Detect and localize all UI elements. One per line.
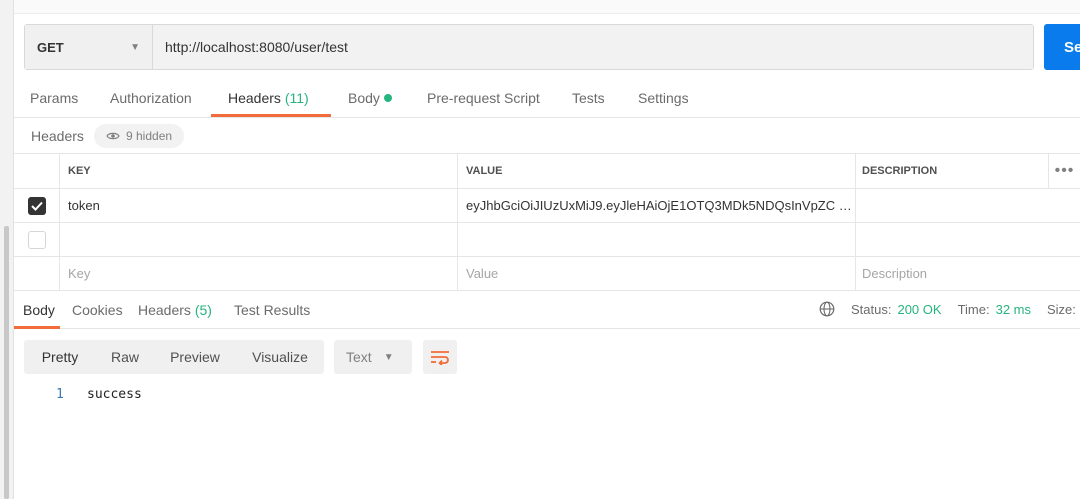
column-header-key: KEY xyxy=(59,154,458,188)
tab-settings[interactable]: Settings xyxy=(638,90,689,106)
header-key-cell[interactable]: token xyxy=(59,189,458,222)
new-value-input[interactable]: Value xyxy=(457,257,855,290)
checkbox-checked[interactable] xyxy=(27,196,46,215)
tab-label: Params xyxy=(30,90,79,106)
column-header-description: DESCRIPTION xyxy=(855,154,1080,188)
hidden-count-label: 9 hidden xyxy=(126,129,173,143)
eye-icon xyxy=(106,132,120,140)
header-description-cell[interactable] xyxy=(855,189,1080,222)
tab-label: Pre-request Script xyxy=(427,90,540,106)
response-tab-cookies[interactable]: Cookies xyxy=(72,302,123,318)
method-select[interactable]: GET ▼ xyxy=(25,25,153,69)
wrap-lines-button[interactable] xyxy=(423,340,457,374)
tab-headers[interactable]: Headers (11) xyxy=(228,90,309,106)
size-label: Size: xyxy=(1047,301,1076,317)
new-description-input[interactable]: Description xyxy=(855,257,1080,290)
response-tab-test-results[interactable]: Test Results xyxy=(234,302,310,318)
more-options-icon[interactable]: ••• xyxy=(1048,154,1080,188)
tab-label: Authorization xyxy=(110,90,192,106)
request-url-bar: GET ▼ http://localhost:8080/user/test xyxy=(24,24,1034,70)
checkbox-unchecked[interactable] xyxy=(27,230,46,249)
header-description-cell[interactable] xyxy=(855,223,1080,256)
checkbox-column-header xyxy=(14,154,59,188)
line-number: 1 xyxy=(56,387,64,402)
mode-raw[interactable]: Raw xyxy=(102,340,148,374)
tab-label: Body xyxy=(348,90,380,106)
response-body-text: success xyxy=(87,387,142,402)
sidebar-scrollbar[interactable] xyxy=(4,226,9,499)
headers-section-bar: Headers 9 hidden xyxy=(14,118,1080,154)
body-indicator-dot xyxy=(383,94,392,102)
method-value: GET xyxy=(37,39,64,55)
check-icon xyxy=(30,201,43,211)
tab-pre-request-script[interactable]: Pre-request Script xyxy=(427,90,540,106)
mode-visualize[interactable]: Visualize xyxy=(244,340,316,374)
status-label: Status: xyxy=(851,301,892,317)
chevron-down-icon: ▼ xyxy=(130,41,140,53)
tab-body[interactable]: Body xyxy=(348,90,392,106)
time-label: Time: xyxy=(957,301,990,317)
tab-tests[interactable]: Tests xyxy=(572,90,605,106)
tab-params[interactable]: Params xyxy=(30,90,78,106)
response-tab-headers[interactable]: Headers (5) xyxy=(138,302,212,318)
header-key-cell[interactable] xyxy=(59,223,458,256)
response-headers-count: (5) xyxy=(194,302,212,318)
header-value-cell[interactable] xyxy=(457,223,855,256)
wrap-lines-icon xyxy=(431,351,449,365)
url-input[interactable]: http://localhost:8080/user/test xyxy=(153,25,1033,69)
format-value: Text xyxy=(346,349,372,365)
globe-icon[interactable] xyxy=(819,301,835,317)
response-status-area: Status: 200 OK Time: 32 ms Size: 1 xyxy=(819,301,1080,317)
row-checkbox-cell xyxy=(14,223,59,256)
headers-count: (11) xyxy=(284,90,309,106)
tab-label: Headers xyxy=(138,302,191,318)
time-value: 32 ms xyxy=(995,301,1031,317)
active-tab-indicator xyxy=(211,114,331,117)
table-row: token eyJhbGciOiJIUzUxMiJ9.eyJleHAiOjE1O… xyxy=(14,189,1080,223)
response-tabs: Body Cookies Headers (5) Test Results St… xyxy=(14,292,1080,329)
send-button[interactable]: Se xyxy=(1044,24,1080,70)
tab-strip xyxy=(14,0,1080,14)
tab-label: Tests xyxy=(572,90,605,106)
request-tabs: Params Authorization Headers (11) Body P… xyxy=(14,80,1080,118)
tab-label: Headers xyxy=(228,90,281,106)
hidden-headers-toggle[interactable]: 9 hidden xyxy=(94,124,185,148)
new-key-input[interactable]: Key xyxy=(59,257,458,290)
tab-authorization[interactable]: Authorization xyxy=(110,90,192,106)
headers-table: KEY VALUE DESCRIPTION ••• token eyJhbGci… xyxy=(14,154,1080,291)
mode-preview[interactable]: Preview xyxy=(162,340,228,374)
active-response-tab-indicator xyxy=(14,326,60,329)
status-value: 200 OK xyxy=(897,301,942,317)
mode-pretty[interactable]: Pretty xyxy=(32,340,88,374)
table-header-row: KEY VALUE DESCRIPTION ••• xyxy=(14,154,1080,189)
table-row-new: Key Value Description xyxy=(14,257,1080,291)
format-select[interactable]: Text ▼ xyxy=(334,340,412,374)
column-header-value: VALUE xyxy=(457,154,855,188)
chevron-down-icon: ▼ xyxy=(383,351,394,363)
tab-label: Settings xyxy=(638,90,689,106)
headers-title: Headers xyxy=(31,128,84,144)
view-mode-segmented-control: Pretty Raw Preview Visualize xyxy=(24,340,324,374)
row-checkbox-cell xyxy=(14,257,59,290)
table-row xyxy=(14,223,1080,257)
response-tab-body[interactable]: Body xyxy=(23,302,55,318)
row-checkbox-cell xyxy=(14,189,59,222)
header-value-cell[interactable]: eyJhbGciOiJIUzUxMiJ9.eyJleHAiOjE1OTQ3MDk… xyxy=(457,189,855,222)
